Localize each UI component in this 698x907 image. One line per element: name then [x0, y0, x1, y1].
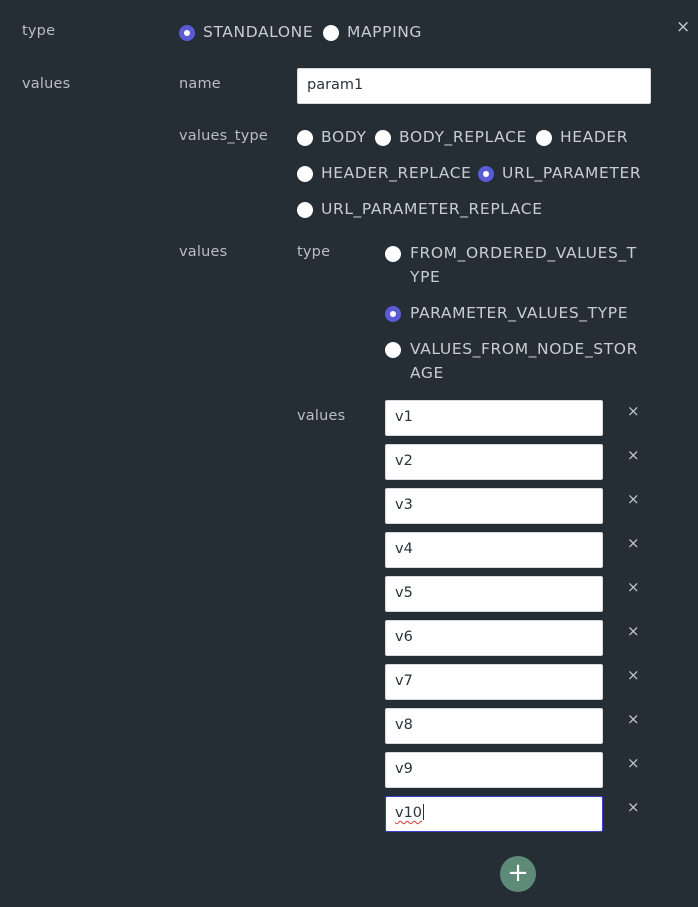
radio-icon[interactable]	[536, 130, 552, 146]
type-option-label: STANDALONE	[203, 23, 314, 41]
option-label-line1: FROM_ORDERED_VALUES_T	[410, 244, 637, 262]
add-value-button[interactable]: +	[500, 856, 536, 892]
value-text: v1	[395, 409, 413, 425]
option-label-line2: YPE	[410, 268, 441, 286]
name-input[interactable]: param1	[297, 68, 651, 104]
name-label: name	[179, 76, 221, 92]
remove-value-icon[interactable]: ×	[627, 447, 640, 463]
value-input[interactable]: v9	[385, 752, 603, 788]
value-list-label: values	[297, 408, 346, 424]
radio-selected-icon[interactable]	[179, 25, 195, 41]
radio-selected-icon[interactable]	[385, 306, 401, 322]
values-type-option-header[interactable]: HEADER	[536, 125, 636, 149]
nested-type-option-parameter-values-type[interactable]: PARAMETER_VALUES_TYPE	[385, 301, 645, 325]
value-input[interactable]: v5	[385, 576, 603, 612]
radio-selected-icon[interactable]	[478, 166, 494, 182]
remove-value-icon[interactable]: ×	[627, 491, 640, 507]
values-type-option-header-replace[interactable]: HEADER_REPLACE	[297, 161, 473, 185]
value-text: v8	[395, 717, 413, 733]
remove-value-icon[interactable]: ×	[627, 535, 640, 551]
value-input[interactable]: v4	[385, 532, 603, 568]
value-text: v5	[395, 585, 413, 601]
remove-value-icon[interactable]: ×	[627, 579, 640, 595]
type-option-mapping[interactable]: MAPPING	[323, 20, 433, 44]
type-option-standalone[interactable]: STANDALONE	[179, 20, 319, 44]
value-text: v10	[395, 805, 423, 821]
values-type-option-body[interactable]: BODY	[297, 125, 372, 149]
type-label: type	[22, 23, 56, 39]
option-label: BODY	[321, 128, 367, 146]
nested-values-label: values	[179, 244, 228, 260]
option-label-line2: AGE	[410, 364, 444, 382]
radio-icon[interactable]	[385, 342, 401, 358]
radio-icon[interactable]	[385, 246, 401, 262]
text-caret	[423, 804, 425, 820]
remove-value-icon[interactable]: ×	[627, 755, 640, 771]
value-text: v3	[395, 497, 413, 513]
value-input[interactable]: v6	[385, 620, 603, 656]
option-label: URL_PARAMETER	[502, 164, 642, 182]
nested-type-option-values-from-node-storage[interactable]: VALUES_FROM_NODE_STOR AGE	[385, 337, 645, 385]
option-label: HEADER	[560, 128, 629, 146]
remove-value-icon[interactable]: ×	[627, 711, 640, 727]
value-input[interactable]: v1	[385, 400, 603, 436]
radio-icon[interactable]	[297, 202, 313, 218]
values-type-option-url-parameter[interactable]: URL_PARAMETER	[478, 161, 648, 185]
type-option-label: MAPPING	[347, 23, 423, 41]
value-input[interactable]: v8	[385, 708, 603, 744]
radio-icon[interactable]	[297, 166, 313, 182]
plus-icon: +	[507, 858, 529, 888]
value-text: v2	[395, 453, 413, 469]
radio-icon[interactable]	[323, 25, 339, 41]
option-label: BODY_REPLACE	[399, 128, 527, 146]
value-text: v6	[395, 629, 413, 645]
values-label: values	[22, 76, 71, 92]
remove-value-icon[interactable]: ×	[627, 403, 640, 419]
value-text: v9	[395, 761, 413, 777]
radio-icon[interactable]	[297, 130, 313, 146]
name-input-value: param1	[307, 77, 364, 93]
radio-icon[interactable]	[375, 130, 391, 146]
value-input-focused[interactable]: v10	[385, 796, 603, 832]
value-text: v4	[395, 541, 413, 557]
value-input[interactable]: v3	[385, 488, 603, 524]
remove-value-icon[interactable]: ×	[627, 623, 640, 639]
values-type-option-url-parameter-replace[interactable]: URL_PARAMETER_REPLACE	[297, 197, 547, 221]
remove-value-icon[interactable]: ×	[627, 799, 640, 815]
value-input[interactable]: v7	[385, 664, 603, 700]
remove-value-icon[interactable]: ×	[627, 667, 640, 683]
values-type-option-body-replace[interactable]: BODY_REPLACE	[375, 125, 535, 149]
option-label: PARAMETER_VALUES_TYPE	[410, 304, 629, 322]
option-label: HEADER_REPLACE	[321, 164, 472, 182]
option-label-line1: VALUES_FROM_NODE_STOR	[410, 340, 638, 358]
close-icon[interactable]: ×	[676, 19, 690, 36]
option-label: URL_PARAMETER_REPLACE	[321, 200, 543, 218]
values-type-label: values_type	[179, 128, 269, 144]
nested-type-label: type	[297, 244, 331, 260]
value-input[interactable]: v2	[385, 444, 603, 480]
value-text: v7	[395, 673, 413, 689]
nested-type-option-from-ordered-values-type[interactable]: FROM_ORDERED_VALUES_T YPE	[385, 241, 645, 289]
